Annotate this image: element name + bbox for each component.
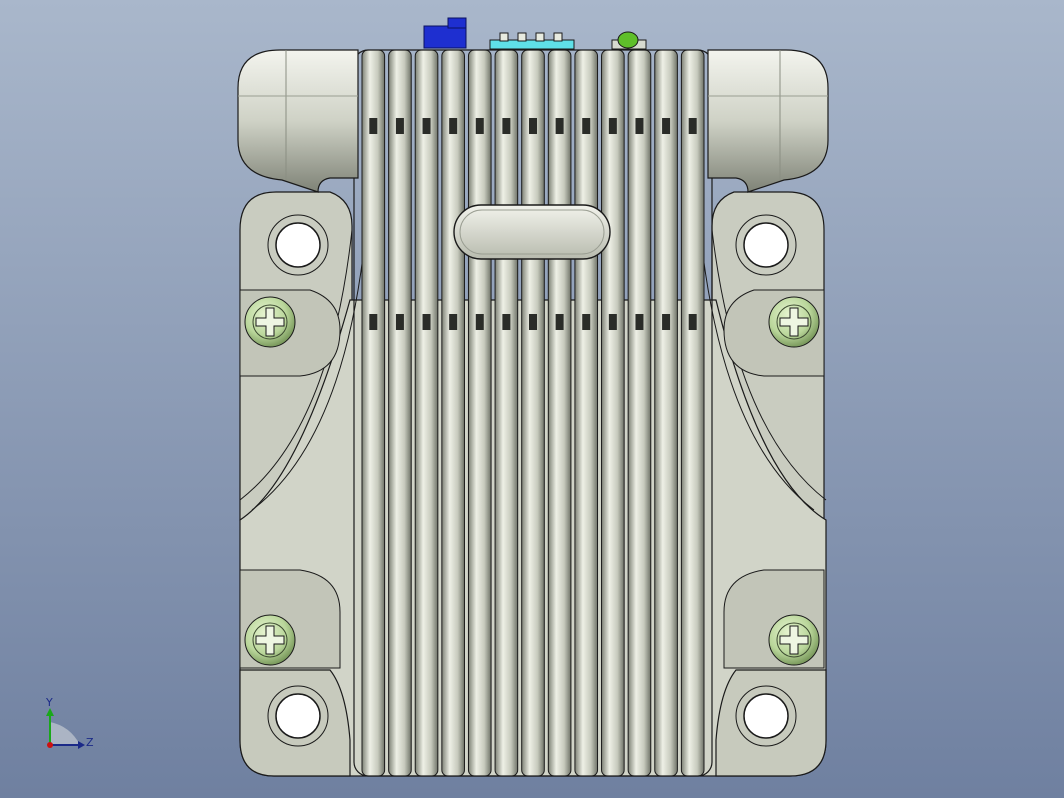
mount-hole-bottom-right[interactable] — [743, 693, 789, 739]
cyan-pin — [553, 32, 563, 42]
heatsink-fin — [574, 49, 599, 777]
y-axis-label: Y — [46, 696, 53, 709]
fin-slot — [529, 118, 537, 134]
screw-bottom-right[interactable] — [768, 614, 820, 666]
fin-slot — [635, 118, 644, 134]
fin-slot — [475, 118, 484, 134]
cad-scene — [0, 0, 1064, 798]
heatsink-fins — [353, 49, 713, 777]
heatsink-fin — [680, 49, 705, 777]
cyan-pin — [499, 32, 509, 42]
fin-slot — [662, 118, 671, 134]
fin-slot — [555, 314, 564, 330]
fin-slot — [608, 118, 617, 134]
screw-top-right[interactable] — [768, 296, 820, 348]
fin-slot — [688, 118, 697, 134]
fin-slot — [662, 314, 671, 330]
heatsink-fin — [601, 49, 625, 777]
heatsink-fin — [388, 49, 412, 777]
fin-slot — [449, 314, 458, 330]
cyan-pin — [517, 32, 527, 42]
heatsink-fin — [547, 49, 572, 777]
label-plate[interactable] — [453, 204, 611, 260]
fin-slot — [555, 118, 564, 134]
fin-slot — [688, 314, 697, 330]
fin-slot — [502, 118, 511, 134]
heatsink-fin — [467, 49, 492, 777]
fin-slot — [635, 314, 644, 330]
heatsink-fin — [521, 49, 545, 777]
heatsink-fin — [627, 49, 652, 777]
blue-connector[interactable] — [423, 25, 467, 49]
fin-slot — [608, 314, 617, 330]
fin-slot — [475, 314, 484, 330]
fin-slot — [395, 118, 404, 134]
fin-slot — [449, 118, 458, 134]
mount-hole-top-right[interactable] — [743, 222, 789, 268]
fin-slot — [502, 314, 511, 330]
fin-slot — [582, 314, 591, 330]
x-axis-dot — [47, 742, 53, 748]
fin-slot — [529, 314, 537, 330]
screw-top-left[interactable] — [244, 296, 296, 348]
blue-connector-tab — [447, 17, 467, 29]
top-frame-left — [237, 49, 359, 193]
fin-slot — [369, 314, 378, 330]
heatsink-fin — [441, 49, 465, 777]
led-green[interactable] — [617, 31, 639, 49]
screw-bottom-left[interactable] — [244, 614, 296, 666]
top-frame-right — [707, 49, 829, 193]
z-axis-label: Z — [86, 736, 94, 749]
fin-slot — [369, 118, 378, 134]
mount-hole-top-left[interactable] — [275, 222, 321, 268]
fin-slot — [395, 314, 404, 330]
cyan-pin — [535, 32, 545, 42]
heatsink-fin — [414, 49, 439, 777]
fin-slot — [422, 314, 431, 330]
fin-slot — [582, 118, 591, 134]
fin-slot — [422, 118, 431, 134]
cad-viewport[interactable]: Y Z — [0, 0, 1064, 798]
heatsink-fin — [654, 49, 678, 777]
heatsink-fin — [361, 49, 386, 777]
heatsink-fin — [494, 49, 519, 777]
mount-hole-bottom-left[interactable] — [275, 693, 321, 739]
